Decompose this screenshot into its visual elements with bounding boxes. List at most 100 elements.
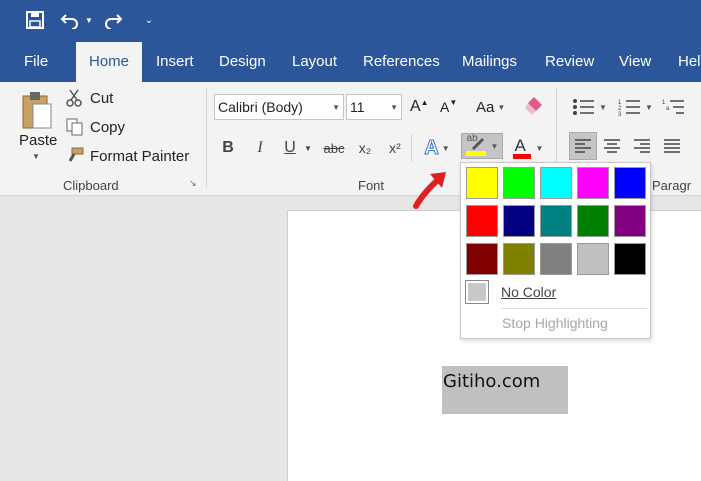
color-swatch[interactable] — [577, 243, 609, 275]
color-swatch[interactable] — [503, 205, 535, 237]
paste-icon[interactable] — [16, 88, 56, 132]
align-center-icon — [604, 139, 620, 153]
underline-dropdown-icon[interactable]: ▼ — [302, 137, 314, 159]
font-size-combobox[interactable]: 11 ▼ — [346, 94, 402, 120]
tab-help[interactable]: Help — [666, 42, 701, 82]
font-size-value: 11 — [350, 99, 365, 115]
highlight-color-menu: No Color Stop Highlighting — [460, 162, 651, 339]
multilevel-list-button[interactable]: 1a — [662, 96, 686, 118]
color-swatch[interactable] — [577, 167, 609, 199]
italic-button[interactable]: I — [250, 137, 270, 159]
ribbon-tabs: File Home Insert Design Layout Reference… — [0, 42, 701, 82]
no-color-label: No Color — [501, 284, 557, 300]
copy-button[interactable]: Copy — [66, 117, 125, 137]
tab-design[interactable]: Design — [207, 42, 278, 82]
font-name-combobox[interactable]: Calibri (Body) ▼ — [214, 94, 344, 120]
undo-dropdown-icon[interactable]: ▼ — [84, 8, 94, 32]
no-color-option[interactable]: No Color — [465, 279, 556, 305]
font-name-value: Calibri (Body) — [218, 99, 303, 115]
save-icon[interactable] — [22, 8, 48, 32]
multilevel-list-icon: 1a — [662, 100, 684, 114]
color-swatch[interactable] — [466, 167, 498, 199]
ribbon-separator — [206, 88, 207, 188]
tab-references[interactable]: References — [351, 42, 452, 82]
menu-separator — [501, 308, 647, 309]
tab-home[interactable]: Home — [76, 42, 142, 82]
font-color-button[interactable]: A ▼ — [507, 136, 547, 159]
grow-font-button[interactable]: A ▲ — [410, 96, 429, 118]
numbering-button[interactable]: 1 2 3 ▼ — [618, 96, 653, 118]
paste-dropdown-icon[interactable]: ▼ — [32, 152, 40, 161]
font-color-bar — [512, 154, 531, 159]
tab-layout[interactable]: Layout — [280, 42, 349, 82]
format-painter-label: Format Painter — [90, 147, 190, 165]
font-color-icon: A — [514, 136, 526, 155]
tab-view[interactable]: View — [607, 42, 663, 82]
svg-text:3: 3 — [618, 112, 622, 116]
shrink-font-icon: A — [440, 99, 450, 115]
cut-button[interactable]: Cut — [66, 88, 113, 108]
title-bar: ▼ ⌄ — [0, 0, 701, 42]
clear-formatting-button[interactable] — [524, 96, 546, 118]
customize-qat-icon[interactable]: ⌄ — [142, 8, 156, 32]
text-effects-button[interactable]: A ▼ — [419, 136, 455, 159]
strikethrough-button[interactable]: abc — [320, 137, 348, 159]
color-swatch[interactable] — [503, 243, 535, 275]
align-left-icon — [575, 139, 591, 153]
clipboard-launcher-icon[interactable]: ↘ — [189, 178, 197, 189]
copy-label: Copy — [90, 118, 126, 136]
grow-font-icon: A — [410, 98, 421, 115]
superscript-button[interactable]: x² — [384, 137, 406, 159]
color-swatch[interactable] — [540, 243, 572, 275]
color-swatch[interactable] — [540, 205, 572, 237]
eraser-icon — [525, 97, 542, 115]
tab-review[interactable]: Review — [533, 42, 606, 82]
tab-mailings[interactable]: Mailings — [450, 42, 529, 82]
color-swatch[interactable] — [577, 205, 609, 237]
svg-text:a: a — [666, 106, 670, 112]
justify-button[interactable] — [663, 139, 681, 153]
paste-button[interactable]: Paste — [19, 132, 57, 149]
scissors-icon — [66, 89, 86, 107]
undo-icon[interactable] — [58, 8, 82, 32]
justify-icon — [664, 139, 680, 153]
color-swatch[interactable] — [614, 243, 646, 275]
tab-file[interactable]: File — [12, 42, 60, 82]
color-swatch[interactable] — [540, 167, 572, 199]
color-swatch[interactable] — [503, 167, 535, 199]
color-swatch[interactable] — [614, 167, 646, 199]
numbering-icon: 123 — [618, 100, 640, 116]
font-group-label: Font — [358, 178, 385, 193]
change-case-button[interactable]: Aa ▼ — [476, 96, 505, 118]
bullets-button[interactable]: ▼ — [572, 96, 607, 118]
chevron-down-icon: ▼ — [390, 102, 398, 112]
text-effects-icon: A — [424, 136, 439, 159]
color-swatch[interactable] — [614, 205, 646, 237]
cut-label: Cut — [90, 89, 114, 107]
bullets-icon — [573, 99, 594, 115]
stop-highlighting-option[interactable]: Stop Highlighting — [502, 315, 608, 331]
shrink-font-button[interactable]: A ▼ — [440, 96, 457, 118]
highlight-color-button[interactable]: ab ▼ — [461, 133, 503, 159]
redo-icon[interactable] — [100, 8, 126, 32]
color-swatch[interactable] — [466, 243, 498, 275]
clipboard-group-label: Clipboard — [63, 178, 119, 193]
paragraph-group-label: Paragr — [652, 178, 692, 193]
no-color-chip — [465, 280, 489, 304]
underline-button[interactable]: U — [280, 137, 300, 159]
copy-icon — [66, 118, 86, 136]
align-left-button[interactable] — [569, 132, 597, 160]
align-center-button[interactable] — [603, 139, 621, 153]
bold-button[interactable]: B — [218, 137, 238, 159]
highlight-color-bar — [465, 151, 486, 156]
subscript-button[interactable]: x₂ — [354, 137, 376, 159]
format-painter-button[interactable]: Format Painter — [66, 146, 189, 166]
paintbrush-icon — [66, 147, 86, 165]
align-right-button[interactable] — [633, 139, 651, 153]
highlighter-icon: ab — [465, 133, 488, 157]
chevron-down-icon: ▼ — [332, 102, 340, 112]
document-text[interactable]: Gitiho.com — [442, 366, 568, 414]
tab-insert[interactable]: Insert — [144, 42, 206, 82]
pointer-arrow-icon — [413, 172, 446, 209]
color-swatch[interactable] — [466, 205, 498, 237]
